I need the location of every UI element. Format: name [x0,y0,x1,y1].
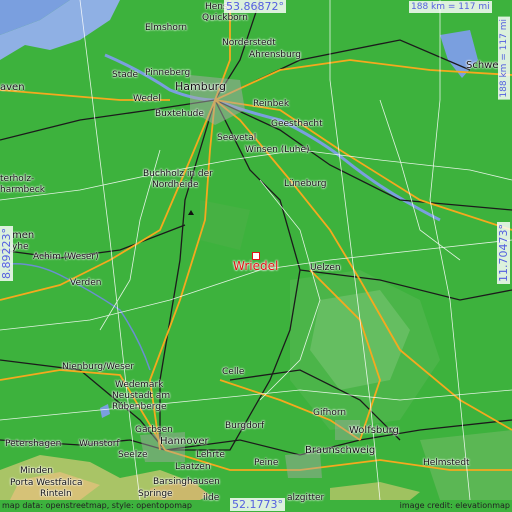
place-label-wolfsburg: Wolfsburg [349,425,399,436]
horizontal-scale-label: 188 km = 117 mi [409,1,492,13]
place-label-peine: Peine [254,458,279,468]
place-label-rinteln: Rinteln [40,489,72,499]
place-label-pinneberg: Pinneberg [145,68,191,78]
target-location-label[interactable]: Wriedel [233,260,278,273]
place-label-celle: Celle [222,367,245,377]
place-label-hannover: Hannover [160,436,209,447]
place-label-ahrensburg: Ahrensburg [249,50,301,60]
place-label-helmstedt: Helmstedt [423,458,470,468]
place-label-springe: Springe [138,489,173,499]
place-label-garbsen: Garbsen [135,425,173,435]
place-label-reinbek: Reinbek [253,99,290,109]
east-longitude-label: 11.70473° [497,222,510,284]
place-label-wunstorf: Wunstorf [79,439,120,449]
place-label-winsen: Winsen (Luhe) [245,145,310,155]
place-label-schwerin: Schwe [466,60,499,71]
place-label-elmshorn: Elmshorn [145,23,188,33]
place-label-lueneburg: Lüneburg [284,179,327,189]
place-label-buchholz-1: Buchholz in der [143,169,213,179]
place-label-porta-westfalica: Porta Westfalica [10,478,83,488]
north-latitude-label: 53.86872° [224,0,286,13]
place-label-lehrte: Lehrte [196,450,225,460]
place-label-geesthacht: Geesthacht [271,119,323,129]
place-label-petershagen: Petershagen [5,439,62,449]
place-label-verden: Verden [70,278,102,288]
place-label-achim: Achim (Weser) [33,252,99,262]
attribution-bar: map data: openstreetmap, style: opentopo… [0,500,512,512]
place-label-osterholz-1: terholz- [0,174,35,184]
place-label-weyhe: yhe [12,242,29,252]
place-label-norderstedt: Norderstedt [222,38,276,48]
place-label-minden: Minden [20,466,53,476]
place-label-braunschweig: Braunschweig [305,445,376,456]
place-label-barsinghausen: Barsinghausen [153,477,220,487]
place-label-buchholz-2: Nordheide [152,180,199,190]
place-label-nienburg: Nienburg/Weser [62,362,135,372]
elevation-map[interactable]: Henst Elmshorn Quickborn Norderstedt Ahr… [0,0,512,512]
place-label-seevetal: Seevetal [217,133,257,143]
place-label-uelzen: Uelzen [310,263,341,273]
place-label-seelze: Seelze [118,450,148,460]
place-label-neustadt-2: Rübenberge [112,402,167,412]
place-label-burgdorf: Burgdorf [225,421,265,431]
place-label-bremen: men [12,230,35,241]
place-label-wedel: Wedel [133,94,161,104]
place-label-gifhorn: Gifhorn [313,408,347,418]
place-label-osterholz-2: harmbeck [0,185,45,195]
place-label-neustadt-1: Neustadt am [112,391,171,401]
place-label-laatzen: Laatzen [175,462,211,472]
map-data-attribution: map data: openstreetmap, style: opentopo… [2,501,192,510]
place-label-wedemark: Wedemark [115,380,164,390]
west-longitude-label: 8.89223° [0,226,13,281]
place-label-stade: Stade [112,70,139,80]
place-label-quickborn: Quickborn [202,13,248,23]
place-label-hamburg: Hamburg [175,80,226,93]
place-label-buxtehude: Buxtehude [155,109,204,119]
vertical-scale-label: 188 km = 117 mi [498,17,510,100]
place-label-bremerhaven: aven [0,82,25,93]
image-credit-attribution: image credit: elevationmap [399,501,510,510]
